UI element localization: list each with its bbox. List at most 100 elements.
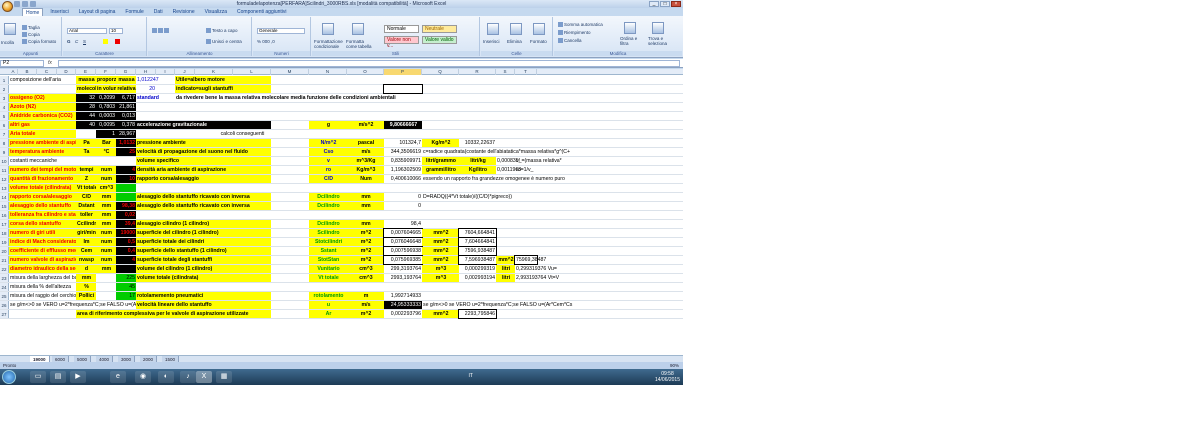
cell-T11[interactable]: ro=1/v_: [515, 166, 537, 174]
cell-N14[interactable]: Dcilindro: [309, 193, 347, 201]
cell-Q20[interactable]: mm^2: [422, 247, 459, 255]
cell-G13[interactable]: [116, 184, 136, 192]
cell-H23[interactable]: volume totale (cilindrata): [136, 274, 271, 282]
close-button[interactable]: ×: [671, 1, 681, 7]
cell-F5[interactable]: 0,0003: [96, 112, 116, 120]
cell-A25[interactable]: misura del raggio del cerchio: [9, 292, 76, 300]
row-header[interactable]: 19: [0, 238, 9, 246]
cell-R27[interactable]: 2293,795846: [458, 309, 497, 319]
row-header[interactable]: 6: [0, 121, 9, 129]
column-header-T[interactable]: T: [515, 69, 537, 75]
cell-E2[interactable]: molecolare: [76, 85, 104, 93]
style-good[interactable]: Valore valido: [422, 36, 457, 44]
cell-P10[interactable]: 0,835909971: [384, 157, 422, 165]
row-header[interactable]: 2: [0, 85, 9, 93]
cell-A17[interactable]: corsa dello stantuffo: [9, 220, 76, 228]
underline-button[interactable]: S: [83, 39, 86, 44]
chrome-icon[interactable]: ◉: [135, 371, 151, 383]
cell-F6[interactable]: 0,0095: [96, 121, 116, 129]
cell-A6[interactable]: altri gas: [9, 121, 76, 129]
cell-A4[interactable]: Azoto (N2): [9, 103, 76, 111]
row-header[interactable]: 24: [0, 283, 9, 291]
spreadsheet-grid[interactable]: ABCDEFGHIJKLMNOPQRST 1 composizione dell'…: [0, 69, 683, 355]
column-header-S[interactable]: S: [496, 69, 515, 75]
cell-O21[interactable]: m^2: [347, 256, 384, 264]
cell-N11[interactable]: ro: [309, 166, 347, 174]
row-header[interactable]: 16: [0, 211, 9, 219]
cell-E1[interactable]: massa: [76, 76, 96, 84]
cell-P21[interactable]: 0,075969385: [383, 255, 423, 265]
cell-T22[interactable]: 0,299319376 Vu=: [515, 265, 557, 273]
cell-Q8[interactable]: Kg/m^2: [422, 139, 459, 147]
cell-O22[interactable]: cm^3: [347, 265, 384, 273]
fx-icon[interactable]: fx: [48, 60, 52, 66]
cell-G14[interactable]: [116, 193, 136, 201]
cell-N22[interactable]: Vunitario: [309, 265, 347, 273]
column-header-R[interactable]: R: [459, 69, 496, 75]
cell-Q26[interactable]: se g/m<>0 se VERO u=2*frequenza*C;se FAL…: [422, 301, 572, 309]
row-header[interactable]: 18: [0, 229, 9, 237]
cell-E25[interactable]: Pollici: [76, 292, 96, 300]
cell-N20[interactable]: Sstant: [309, 247, 347, 255]
cell-F17[interactable]: mm: [96, 220, 116, 228]
cell-G6[interactable]: 0,378: [116, 121, 136, 129]
cell-E4[interactable]: 28: [76, 103, 96, 111]
cell-A26[interactable]: se g/m<>0 se VERO u=2*frequenza*C;se FAL…: [9, 301, 169, 309]
cell-G8[interactable]: 1,0132: [116, 139, 136, 147]
cell-H25[interactable]: rotolamemento pneumatici: [136, 292, 271, 300]
cell-P22[interactable]: 299,3193764: [384, 265, 422, 273]
cell-G22[interactable]: [116, 265, 136, 273]
cell-G15[interactable]: 98,38: [116, 202, 136, 210]
cell-F15[interactable]: mm: [96, 202, 116, 210]
row-header[interactable]: 21: [0, 256, 9, 264]
cell-F8[interactable]: Bar: [96, 139, 116, 147]
cell-P27[interactable]: 0,002293796: [384, 310, 422, 318]
cell-H22[interactable]: volume del cilindro (1 cilindro): [136, 265, 271, 273]
column-header-J[interactable]: J: [175, 69, 195, 75]
tab-5[interactable]: Revisione: [170, 8, 198, 16]
delete-cells-icon[interactable]: [510, 23, 522, 35]
column-header-G[interactable]: G: [116, 69, 136, 75]
cell-E13[interactable]: Vt totale: [76, 184, 97, 192]
cell-G16[interactable]: 0,02: [116, 211, 136, 219]
format-painter-button[interactable]: Copia formato: [22, 39, 56, 45]
cell-A13[interactable]: volume totale (cilindrata): [9, 184, 76, 192]
row-header[interactable]: 11: [0, 166, 9, 174]
cell-G5[interactable]: 0,013: [116, 112, 136, 120]
cell-A11[interactable]: numero dei tempi del motore: [9, 166, 81, 174]
cell-Q10[interactable]: litri/grammo: [422, 157, 459, 165]
fill-button[interactable]: Riempimento: [558, 30, 591, 36]
cell-G23[interactable]: 225: [116, 274, 136, 282]
cell-E9[interactable]: Ta: [76, 148, 96, 156]
cell-R21[interactable]: 7,596938487: [458, 255, 497, 265]
cell-S10[interactable]: 0,000835!: [496, 157, 520, 165]
find-select-button[interactable]: Trova e seleziona: [648, 36, 678, 46]
cell-N19[interactable]: Stotcilindri: [309, 238, 347, 246]
cell-O6[interactable]: m/s^2: [347, 121, 384, 129]
cell-E24[interactable]: %: [76, 283, 96, 291]
cell-F4[interactable]: 0,7803: [96, 103, 116, 111]
cell-H3[interactable]: standard: [136, 94, 159, 102]
cell-A15[interactable]: alesaggio dello stantuffo: [9, 202, 76, 210]
column-header-C[interactable]: C: [37, 69, 57, 75]
cell-N9[interactable]: Cso: [309, 148, 347, 156]
cell-Q22[interactable]: m^3: [422, 265, 459, 273]
row-header[interactable]: 12: [0, 175, 9, 183]
row-header[interactable]: 7: [0, 130, 9, 138]
cell-G7[interactable]: 28,967: [116, 130, 136, 138]
cell-G4[interactable]: 21,861: [116, 103, 136, 111]
row-header[interactable]: 17: [0, 220, 9, 228]
cell-G25[interactable]: 17: [116, 292, 136, 300]
column-header-F[interactable]: F: [96, 69, 116, 75]
cell-P9[interactable]: 344,3506619: [384, 148, 422, 156]
cell-R8[interactable]: 10332,22637: [459, 139, 496, 147]
cell-O9[interactable]: m/s: [347, 148, 384, 156]
cell-H12[interactable]: rapporto corsa/alesaggio: [136, 175, 271, 183]
cell-N25[interactable]: rotolamento: [309, 292, 347, 300]
cell-O12[interactable]: Num: [347, 175, 384, 183]
cell-N18[interactable]: Scilindro: [309, 229, 347, 237]
cell-Q27[interactable]: mm^2: [422, 310, 459, 318]
cell-S21[interactable]: mm^2: [496, 256, 515, 264]
cell-R23[interactable]: 0,002993194: [459, 274, 496, 282]
cell-F9[interactable]: °C: [96, 148, 116, 156]
